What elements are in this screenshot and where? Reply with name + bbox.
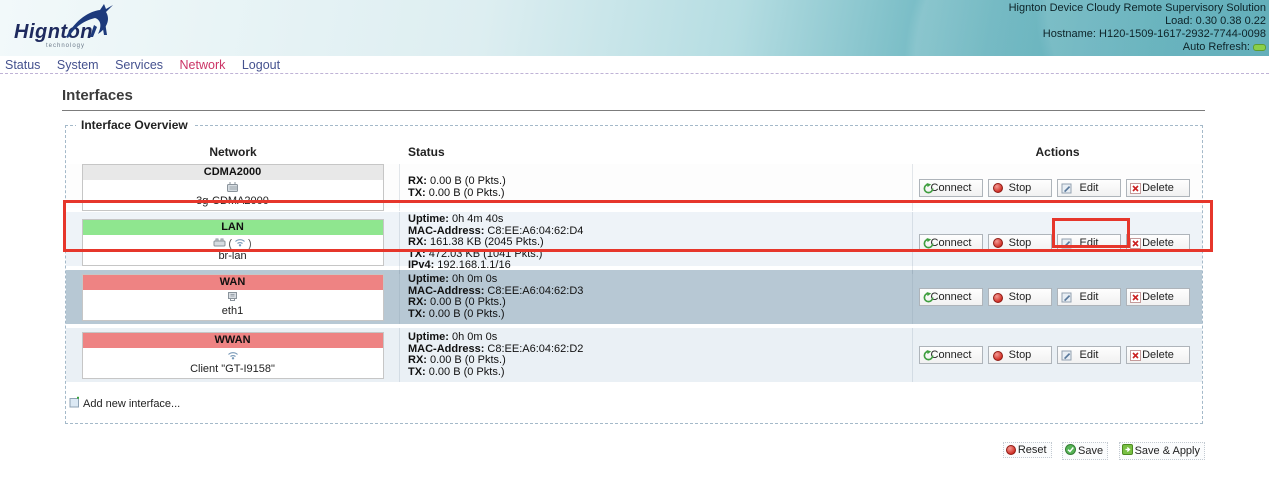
stop-icon xyxy=(992,292,1003,303)
network-cell: LAN ( ) br-lan xyxy=(66,212,400,274)
edit-icon xyxy=(1061,183,1072,194)
bracket-close: ) xyxy=(248,238,252,250)
header-info-title: Hignton Device Cloudy Remote Supervisory… xyxy=(1009,2,1266,15)
network-name-badge: WAN xyxy=(83,275,383,290)
column-header-status: Status xyxy=(400,140,913,164)
table-row-cdma2000: CDMA2000 3g-CDMA2000 RX:0.00 B (0 Pkts.)… xyxy=(66,164,1202,208)
header-info: Hignton Device Cloudy Remote Supervisory… xyxy=(1009,2,1266,54)
brand-logo: Hignton technology xyxy=(12,3,132,53)
bracket-open: ( xyxy=(228,238,232,250)
stop-button[interactable]: Stop xyxy=(988,346,1052,364)
status-cell: Uptime:0h 4m 40s MAC-Address:C8:EE:A6:04… xyxy=(400,212,913,274)
delete-button[interactable]: Delete xyxy=(1126,288,1190,306)
connect-icon xyxy=(923,238,934,249)
connect-button[interactable]: Connect xyxy=(919,179,983,197)
switch-icon xyxy=(213,237,226,251)
edit-button[interactable]: Edit xyxy=(1057,346,1121,364)
edit-button[interactable]: Edit xyxy=(1057,288,1121,306)
interface-overview-fieldset: Interface Overview Network Status Action… xyxy=(65,125,1203,424)
actions-cell: Connect Stop Edit Delete xyxy=(913,270,1202,324)
connect-button[interactable]: Connect xyxy=(919,346,983,364)
interface-name: eth1 xyxy=(83,305,383,320)
network-cell: CDMA2000 3g-CDMA2000 xyxy=(66,164,400,211)
column-header-network: Network xyxy=(66,140,400,164)
table-row-wwan: WWAN Client "GT-I9158" Uptime:0h 0m 0s M… xyxy=(66,328,1202,382)
connect-icon xyxy=(923,183,934,194)
save-apply-button[interactable]: Save & Apply xyxy=(1119,442,1205,460)
interfaces-table: Network Status Actions CDMA2000 3g-CDMA2… xyxy=(66,140,1202,382)
stop-button[interactable]: Stop xyxy=(988,288,1052,306)
nav-item-system[interactable]: System xyxy=(57,58,99,72)
antelope-logo-icon xyxy=(64,3,116,46)
actions-cell: Connect Stop Edit Delete xyxy=(913,164,1202,211)
table-header-row: Network Status Actions xyxy=(66,140,1202,164)
header-info-hostname: Hostname: H120-1509-1617-2932-7744-0098 xyxy=(1009,28,1266,41)
nav-item-network[interactable]: Network xyxy=(180,58,226,72)
add-interface-icon xyxy=(69,396,81,411)
table-row-wan: WAN eth1 Uptime:0h 0m 0s MAC-Address:C8:… xyxy=(66,270,1202,324)
stop-icon xyxy=(992,238,1003,249)
footer-button-bar: Reset Save Save & Apply xyxy=(0,442,1205,460)
network-box: WAN eth1 xyxy=(82,274,384,321)
network-box: CDMA2000 3g-CDMA2000 xyxy=(82,164,384,211)
page-title: Interfaces xyxy=(62,87,1205,111)
main-nav: Status System Services Network Logout xyxy=(0,56,1269,74)
save-button[interactable]: Save xyxy=(1062,442,1108,460)
stop-icon xyxy=(992,350,1003,361)
delete-icon xyxy=(1130,238,1141,249)
header-info-load: Load: 0.30 0.38 0.22 xyxy=(1009,15,1266,28)
connect-button[interactable]: Connect xyxy=(919,234,983,252)
delete-button[interactable]: Delete xyxy=(1126,346,1190,364)
status-cell: RX:0.00 B (0 Pkts.) TX:0.00 B (0 Pkts.) xyxy=(400,164,913,211)
delete-icon xyxy=(1130,292,1141,303)
edit-button-highlighted[interactable]: Edit xyxy=(1057,234,1121,252)
table-row-lan: LAN ( ) br-lan Uptime:0h 4m 40s xyxy=(66,212,1202,266)
nav-item-services[interactable]: Services xyxy=(115,58,163,72)
connect-button[interactable]: Connect xyxy=(919,288,983,306)
stop-button[interactable]: Stop xyxy=(988,234,1052,252)
network-name-badge: LAN xyxy=(83,220,383,235)
delete-button[interactable]: Delete xyxy=(1126,179,1190,197)
actions-cell: Connect Stop Edit Delete xyxy=(913,328,1202,382)
wifi-icon xyxy=(227,350,239,363)
wifi-icon xyxy=(234,237,246,250)
add-new-interface-link[interactable]: Add new interface... xyxy=(69,396,1202,411)
edit-button[interactable]: Edit xyxy=(1057,179,1121,197)
network-cell: WAN eth1 xyxy=(66,270,400,324)
stop-icon xyxy=(992,183,1003,194)
network-box: LAN ( ) br-lan xyxy=(82,219,384,266)
edit-icon xyxy=(1061,238,1072,249)
network-cell: WWAN Client "GT-I9158" xyxy=(66,328,400,382)
delete-icon xyxy=(1130,350,1141,361)
status-cell: Uptime:0h 0m 0s MAC-Address:C8:EE:A6:04:… xyxy=(400,328,913,382)
save-apply-icon xyxy=(1122,444,1133,458)
save-icon xyxy=(1065,444,1076,458)
edit-icon xyxy=(1061,350,1072,361)
actions-cell: Connect Stop Edit Delete xyxy=(913,212,1202,274)
header-banner: Hignton technology Hignton Device Cloudy… xyxy=(0,0,1269,56)
connect-icon xyxy=(923,292,934,303)
interface-name: br-lan xyxy=(83,250,383,265)
network-name-badge: WWAN xyxy=(83,333,383,348)
status-cell: Uptime:0h 0m 0s MAC-Address:C8:EE:A6:04:… xyxy=(400,270,913,324)
network-name-badge: CDMA2000 xyxy=(83,165,383,180)
auto-refresh-toggle[interactable] xyxy=(1253,44,1266,51)
nav-item-logout[interactable]: Logout xyxy=(242,58,280,72)
column-header-actions: Actions xyxy=(913,140,1202,164)
delete-button[interactable]: Delete xyxy=(1126,234,1190,252)
delete-icon xyxy=(1130,183,1141,194)
nav-item-status[interactable]: Status xyxy=(5,58,40,72)
stop-button[interactable]: Stop xyxy=(988,179,1052,197)
auto-refresh-label: Auto Refresh: xyxy=(1183,41,1250,54)
network-box: WWAN Client "GT-I9158" xyxy=(82,332,384,379)
ethernet-icon xyxy=(227,291,238,305)
reset-icon xyxy=(1006,445,1016,455)
fieldset-legend: Interface Overview xyxy=(76,118,193,132)
interface-name: Client "GT-I9158" xyxy=(83,363,383,378)
edit-icon xyxy=(1061,292,1072,303)
modem-3g-icon xyxy=(226,181,239,196)
connect-icon xyxy=(923,350,934,361)
reset-button[interactable]: Reset xyxy=(1003,442,1052,458)
interface-name: 3g-CDMA2000 xyxy=(83,195,383,210)
